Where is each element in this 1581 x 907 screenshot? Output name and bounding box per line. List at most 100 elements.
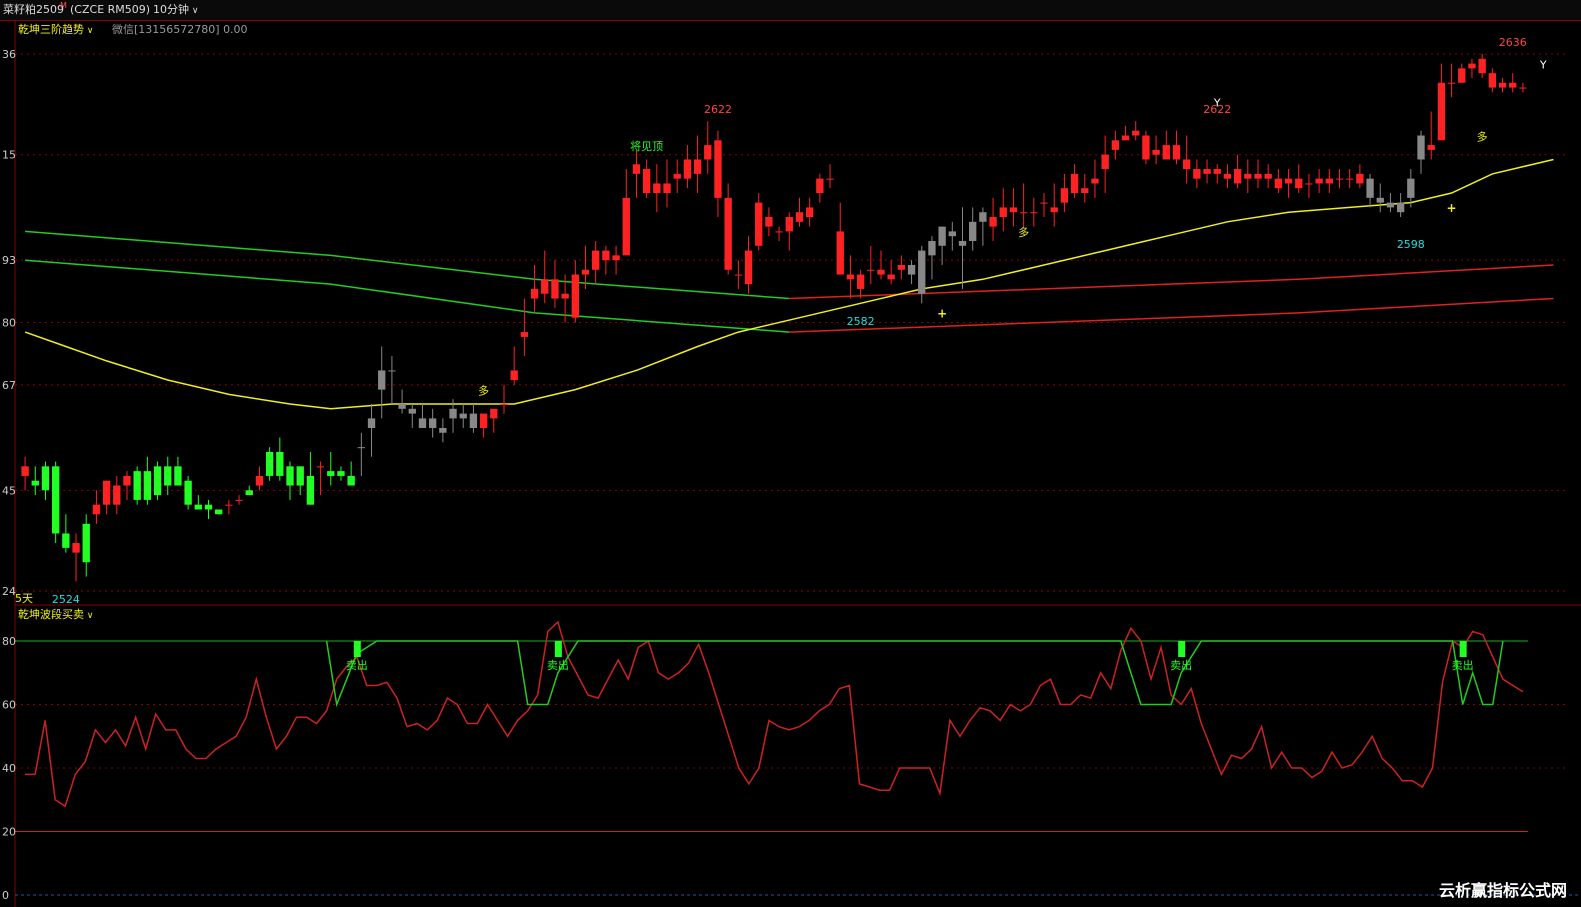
candle-body bbox=[1142, 135, 1150, 160]
candle-body bbox=[1356, 173, 1364, 184]
price-label: 2636 bbox=[1499, 36, 1527, 49]
candle-body bbox=[1182, 159, 1191, 170]
sub-indicator-selector[interactable]: 乾坤波段买卖 ∨ bbox=[18, 606, 93, 622]
sub-y-tick-label: 80 bbox=[2, 635, 16, 648]
candle-body bbox=[449, 408, 457, 419]
candle-body bbox=[62, 533, 70, 548]
candle-body bbox=[1458, 68, 1466, 83]
candle-body bbox=[1396, 202, 1405, 213]
short-ma-line bbox=[24, 158, 1554, 410]
signal-label: 多 bbox=[478, 383, 489, 397]
candle-body bbox=[1111, 140, 1120, 150]
candle-body bbox=[1060, 188, 1069, 203]
main-indicator-selector[interactable]: 乾坤三阶趋势 ∨ bbox=[18, 21, 93, 37]
sub-y-tick-label: 0 bbox=[2, 889, 9, 902]
candle-body bbox=[92, 504, 101, 515]
candle-body bbox=[1121, 135, 1130, 141]
candle-body bbox=[642, 169, 651, 194]
candle-body bbox=[1264, 173, 1272, 179]
candle-body bbox=[795, 212, 804, 222]
candle-body bbox=[72, 543, 80, 553]
candle-body bbox=[21, 466, 29, 476]
candle-body bbox=[673, 173, 681, 179]
candle-body bbox=[51, 466, 60, 534]
candle-body bbox=[1009, 207, 1018, 213]
candle-body bbox=[204, 504, 213, 510]
candle-body bbox=[683, 159, 692, 179]
candle-body bbox=[877, 269, 885, 275]
candle-body bbox=[1437, 82, 1446, 141]
candle-body bbox=[1427, 145, 1435, 150]
candle-body bbox=[408, 408, 416, 414]
candle-body bbox=[836, 231, 844, 275]
candle-body bbox=[1223, 173, 1232, 179]
candle-body bbox=[428, 418, 437, 428]
candle-body bbox=[846, 274, 855, 280]
candle-body bbox=[612, 255, 620, 261]
oscillator-line bbox=[25, 620, 1524, 808]
price-label: 2582 bbox=[847, 315, 875, 328]
signal-label: 多 bbox=[1477, 129, 1488, 143]
candle-body bbox=[1386, 202, 1395, 208]
candle-body bbox=[490, 408, 498, 419]
main-indicator-name: 乾坤三阶趋势 bbox=[18, 23, 84, 36]
candle-body bbox=[1417, 135, 1425, 160]
sub-indicator-name: 乾坤波段买卖 bbox=[18, 608, 84, 621]
candle-body bbox=[999, 207, 1007, 218]
candle-body bbox=[653, 183, 661, 194]
candle-body bbox=[388, 370, 396, 372]
candle-body bbox=[378, 370, 386, 390]
candle-body bbox=[306, 475, 315, 505]
candle-body bbox=[1478, 58, 1486, 74]
chart-canvas[interactable]: 252426222582262225982636将见顶多多多++YY 卖出 卖出卖… bbox=[0, 0, 1581, 907]
signal-label: 将见顶 bbox=[630, 140, 663, 153]
candle-body bbox=[255, 475, 264, 486]
price-annotations: 252426222582262225982636将见顶多多多++YY bbox=[52, 36, 1547, 606]
watermark: 云析赢指标公式网 bbox=[1438, 881, 1567, 900]
candle-body bbox=[744, 250, 753, 285]
candle-body bbox=[1519, 87, 1527, 89]
main-y-tick-label: 36 bbox=[2, 48, 16, 61]
candle-body bbox=[1070, 173, 1079, 194]
candle-body bbox=[551, 279, 559, 299]
candle-body bbox=[989, 217, 997, 227]
candle-body bbox=[286, 466, 294, 486]
candle-body bbox=[755, 202, 763, 246]
candle-body bbox=[1132, 130, 1140, 136]
candle-body bbox=[123, 475, 131, 486]
main-y-tick-label: 93 bbox=[2, 254, 16, 267]
main-y-tick-label: 67 bbox=[2, 379, 16, 392]
candle-body bbox=[245, 490, 253, 496]
candle-body bbox=[113, 485, 121, 505]
candle-body bbox=[826, 178, 834, 180]
candle-body bbox=[1172, 145, 1181, 160]
long-ma-down-segment bbox=[25, 259, 790, 333]
candle-body bbox=[1407, 178, 1415, 198]
candle-body bbox=[174, 466, 182, 486]
sub-y-tick-label: 40 bbox=[2, 762, 16, 775]
candle-body bbox=[622, 197, 630, 256]
candle-body bbox=[979, 212, 987, 222]
candle-body bbox=[184, 480, 192, 505]
sell-signal-bar bbox=[353, 641, 361, 657]
main-y-tick-label: 15 bbox=[2, 149, 16, 162]
candle-body bbox=[1509, 82, 1517, 88]
long-ma-up-segment bbox=[789, 297, 1554, 333]
candle-body bbox=[367, 418, 376, 428]
candle-body bbox=[969, 221, 977, 241]
candle-body bbox=[296, 466, 304, 486]
candle-body bbox=[337, 471, 345, 476]
candle-body bbox=[581, 269, 590, 275]
candle-body bbox=[1050, 207, 1058, 213]
candle-body bbox=[948, 231, 956, 237]
main-y-tick-label: 80 bbox=[2, 317, 16, 330]
signal-label: 多 bbox=[1018, 225, 1029, 239]
candle-body bbox=[1244, 173, 1252, 179]
candle-body bbox=[1081, 188, 1089, 194]
green-wave-line bbox=[325, 640, 1504, 708]
candle-body bbox=[632, 164, 641, 174]
candle-body bbox=[1335, 178, 1344, 180]
sell-signal-label: 卖出 bbox=[346, 658, 368, 672]
sell-signal-label: 卖出 bbox=[547, 658, 569, 672]
price-label: 2622 bbox=[704, 103, 732, 116]
